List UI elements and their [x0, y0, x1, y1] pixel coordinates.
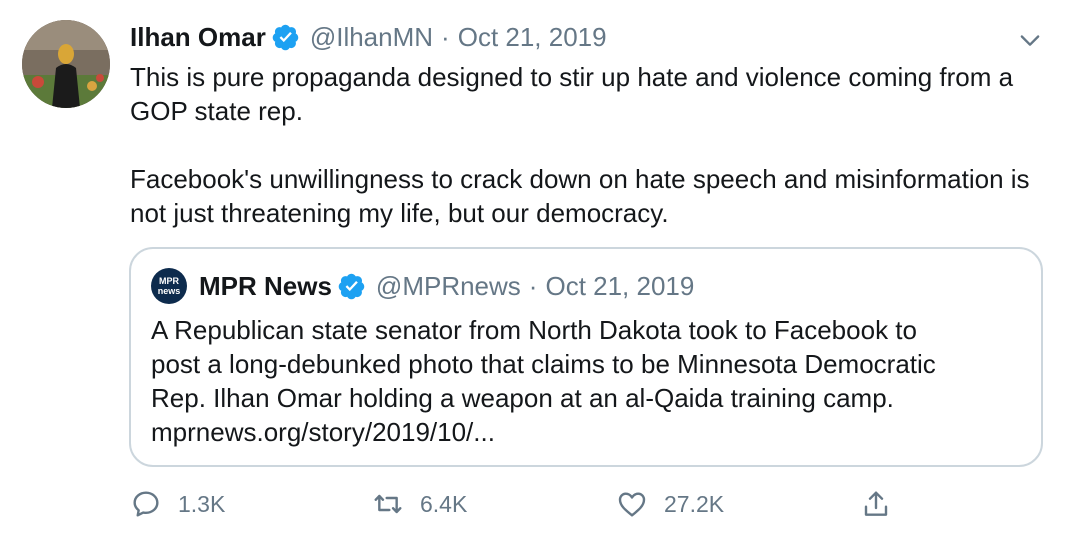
author-handle[interactable]: @IlhanMN — [310, 22, 433, 53]
tweet-card: Ilhan Omar @IlhanMN · Oct 21, 2019 This … — [0, 0, 1072, 540]
chevron-down-icon[interactable] — [1016, 26, 1044, 54]
logo-text: news — [157, 286, 181, 296]
quoted-text-line: Rep. Ilhan Omar holding a weapon at an a… — [151, 383, 894, 413]
avatar[interactable] — [22, 20, 110, 108]
quoted-text-line: A Republican state senator from North Da… — [151, 315, 917, 345]
action-bar: 1.3K 6.4K 27.2K — [130, 484, 1030, 524]
quoted-text-line: post a long-debunked photo that claims t… — [151, 349, 936, 379]
retweet-button[interactable]: 6.4K — [372, 484, 467, 524]
retweet-icon — [374, 494, 402, 514]
reply-count: 1.3K — [178, 490, 226, 517]
quoted-header: MPR news MPR News @MPRnews · Oct 21, 201… — [151, 267, 694, 305]
like-count: 27.2K — [664, 490, 725, 517]
quoted-link[interactable]: mprnews.org/story/2019/10/... — [151, 415, 1031, 449]
verified-badge-icon — [272, 23, 300, 51]
tweet-paragraph: This is pure propaganda designed to stir… — [130, 62, 1014, 126]
retweet-count: 6.4K — [420, 490, 468, 517]
quoted-handle[interactable]: @MPRnews — [376, 271, 521, 302]
verified-badge-icon — [338, 272, 366, 300]
tweet-text: This is pure propaganda designed to stir… — [130, 60, 1030, 230]
avatar-photo — [22, 20, 110, 108]
quoted-author-name[interactable]: MPR News — [199, 271, 332, 302]
tweet-header: Ilhan Omar @IlhanMN · Oct 21, 2019 — [130, 18, 607, 56]
share-button[interactable] — [860, 484, 892, 524]
quoted-avatar[interactable]: MPR news — [151, 268, 187, 304]
reply-button[interactable]: 1.3K — [130, 484, 225, 524]
tweet-paragraph: Facebook's unwillingness to crack down o… — [130, 164, 1030, 228]
heart-icon — [618, 492, 646, 517]
separator-dot: · — [528, 270, 538, 301]
share-icon — [864, 491, 888, 516]
author-name[interactable]: Ilhan Omar — [130, 22, 266, 53]
quoted-date[interactable]: Oct 21, 2019 — [545, 271, 694, 302]
quoted-text: A Republican state senator from North Da… — [151, 313, 1031, 449]
logo-text: MPR — [159, 276, 179, 286]
reply-icon — [133, 491, 159, 517]
like-button[interactable]: 27.2K — [616, 484, 724, 524]
quoted-tweet[interactable]: MPR news MPR News @MPRnews · Oct 21, 201… — [129, 247, 1043, 467]
separator-dot: · — [441, 21, 450, 52]
tweet-date[interactable]: Oct 21, 2019 — [458, 22, 607, 53]
